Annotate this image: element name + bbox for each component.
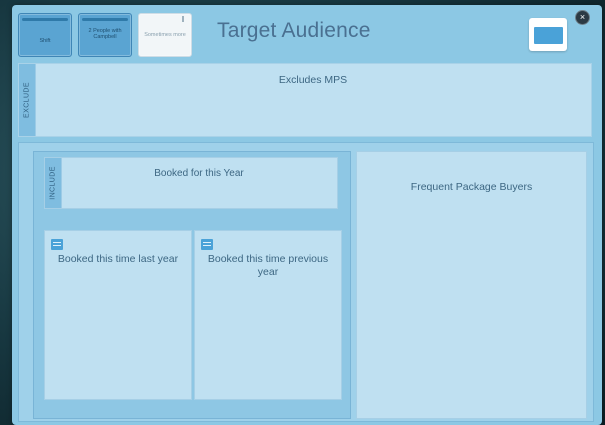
tile-bar	[22, 18, 68, 21]
tile-label: Sometimes more	[144, 32, 186, 38]
include-group[interactable]: INCLUDE Booked for this Year Booked this…	[33, 151, 351, 419]
card-label: Booked this time previous year	[207, 253, 329, 278]
target-audience-panel: Shift 2 People with Campbell Sometimes m…	[12, 5, 602, 425]
calendar-icon	[201, 239, 213, 250]
include-tag: INCLUDE	[45, 158, 62, 208]
exclude-label: Excludes MPS	[278, 74, 348, 86]
monitor-screen	[534, 27, 563, 44]
booked-previous-year-card[interactable]: Booked this time previous year	[194, 230, 342, 400]
tile-people[interactable]: 2 People with Campbell	[78, 13, 132, 57]
close-icon[interactable]: ×	[576, 11, 589, 24]
booked-this-year-label: Booked for this Year	[154, 168, 244, 179]
booked-last-year-card[interactable]: Booked this time last year	[44, 230, 192, 400]
tile-label: Shift	[39, 38, 51, 44]
tile-note[interactable]: Sometimes more	[138, 13, 192, 57]
exclude-box[interactable]: EXCLUDE Excludes MPS	[18, 63, 592, 137]
frequent-buyers-box[interactable]: Frequent Package Buyers	[356, 151, 587, 419]
tile-bar	[82, 18, 128, 21]
exclude-tag: EXCLUDE	[19, 64, 36, 136]
pin-icon	[182, 16, 184, 22]
include-tag-label: INCLUDE	[49, 166, 57, 200]
calendar-icon	[51, 239, 63, 250]
tile-shift[interactable]: Shift	[18, 13, 72, 57]
page-title: Target Audience	[217, 19, 371, 42]
card-label: Booked this time last year	[57, 253, 179, 265]
monitor-icon[interactable]	[529, 18, 567, 51]
frequent-buyers-label: Frequent Package Buyers	[410, 181, 533, 193]
booked-this-year-box[interactable]: INCLUDE Booked for this Year	[44, 157, 338, 209]
exclude-tag-label: EXCLUDE	[23, 82, 31, 118]
tile-label: 2 People with Campbell	[88, 28, 122, 40]
audience-container: INCLUDE Booked for this Year Booked this…	[18, 142, 594, 422]
